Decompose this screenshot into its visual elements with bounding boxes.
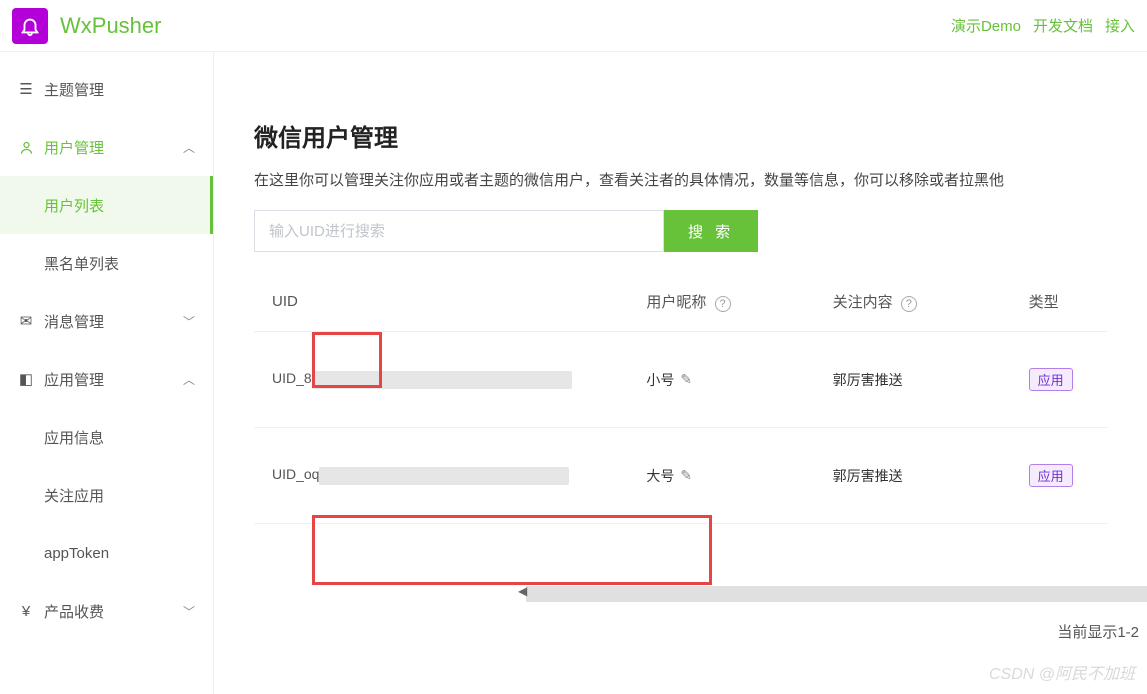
link-docs[interactable]: 开发文档 xyxy=(1033,15,1093,36)
col-nickname: 用户昵称 ? xyxy=(646,291,832,312)
link-demo[interactable]: 演示Demo xyxy=(951,15,1021,36)
sidebar-pricing[interactable]: ¥ 产品收费 ﹀ xyxy=(0,582,213,640)
cell-type: 应用 xyxy=(1029,368,1107,391)
sidebar: ☰ 主题管理 用户管理 ︿ 用户列表 黑名单列表 ✉ 消息管理 ﹀ ◧ 应用管理… xyxy=(0,52,214,694)
chevron-up-icon: ︿ xyxy=(183,139,195,156)
uid-search-input[interactable] xyxy=(254,210,664,252)
sidebar-app-info[interactable]: 应用信息 xyxy=(0,408,213,466)
help-icon[interactable]: ? xyxy=(901,296,917,312)
cell-type: 应用 xyxy=(1029,464,1107,487)
pagination-info: 当前显示1-2 xyxy=(1057,621,1139,642)
cell-uid: UID_8 xyxy=(254,370,646,388)
uid-mask xyxy=(319,467,569,485)
horizontal-scrollbar[interactable] xyxy=(526,586,1147,602)
page-title: 微信用户管理 xyxy=(254,118,1107,153)
link-integrate[interactable]: 接入 xyxy=(1105,15,1135,36)
sidebar-user-mgmt[interactable]: 用户管理 ︿ xyxy=(0,118,213,176)
sidebar-app-mgmt[interactable]: ◧ 应用管理 ︿ xyxy=(0,350,213,408)
main-layout: ☰ 主题管理 用户管理 ︿ 用户列表 黑名单列表 ✉ 消息管理 ﹀ ◧ 应用管理… xyxy=(0,52,1147,694)
uid-mask xyxy=(312,371,572,389)
chevron-down-icon: ﹀ xyxy=(183,313,195,330)
chevron-down-icon: ﹀ xyxy=(183,603,195,620)
sidebar-blacklist[interactable]: 黑名单列表 xyxy=(0,234,213,292)
col-uid: UID xyxy=(254,293,646,310)
cell-uid: UID_oq xyxy=(254,466,646,484)
sidebar-follow-app[interactable]: 关注应用 xyxy=(0,466,213,524)
cell-nickname: 小号 ✎ xyxy=(646,370,832,390)
app-header: WxPusher 演示Demo 开发文档 接入 xyxy=(0,0,1147,52)
user-icon xyxy=(18,139,34,155)
sidebar-msg-mgmt[interactable]: ✉ 消息管理 ﹀ xyxy=(0,292,213,350)
brand-name: WxPusher xyxy=(60,13,161,39)
sidebar-user-list[interactable]: 用户列表 xyxy=(0,176,213,234)
page-description: 在这里你可以管理关注你应用或者主题的微信用户，查看关注者的具体情况，数量等信息，… xyxy=(254,169,1107,190)
header-links: 演示Demo 开发文档 接入 xyxy=(951,15,1135,36)
sidebar-topic-mgmt[interactable]: ☰ 主题管理 xyxy=(0,60,213,118)
search-button[interactable]: 搜 索 xyxy=(664,210,758,252)
edit-icon[interactable]: ✎ xyxy=(680,467,692,484)
table-row: UID_8 小号 ✎ 郭厉害推送 应用 xyxy=(254,332,1107,428)
col-type: 类型 xyxy=(1029,291,1107,312)
money-icon: ¥ xyxy=(18,603,34,619)
type-badge: 应用 xyxy=(1029,464,1073,487)
col-follow: 关注内容 ? xyxy=(833,291,1029,312)
sidebar-apptoken[interactable]: appToken xyxy=(0,524,213,582)
cell-nickname: 大号 ✎ xyxy=(646,466,832,486)
table-header: UID 用户昵称 ? 关注内容 ? 类型 xyxy=(254,272,1107,332)
cell-follow: 郭厉害推送 xyxy=(833,370,1029,390)
table-row: UID_oq 大号 ✎ 郭厉害推送 应用 xyxy=(254,428,1107,524)
main-content: 微信用户管理 在这里你可以管理关注你应用或者主题的微信用户，查看关注者的具体情况… xyxy=(214,52,1147,694)
search-row: 搜 索 xyxy=(254,210,1107,252)
cell-follow: 郭厉害推送 xyxy=(833,466,1029,486)
edit-icon[interactable]: ✎ xyxy=(680,371,692,388)
bookmark-icon: ☰ xyxy=(18,81,34,97)
type-badge: 应用 xyxy=(1029,368,1073,391)
help-icon[interactable]: ? xyxy=(715,296,731,312)
message-icon: ✉ xyxy=(18,313,34,329)
app-icon: ◧ xyxy=(18,371,34,387)
app-logo xyxy=(12,8,48,44)
chevron-up-icon: ︿ xyxy=(183,371,195,388)
